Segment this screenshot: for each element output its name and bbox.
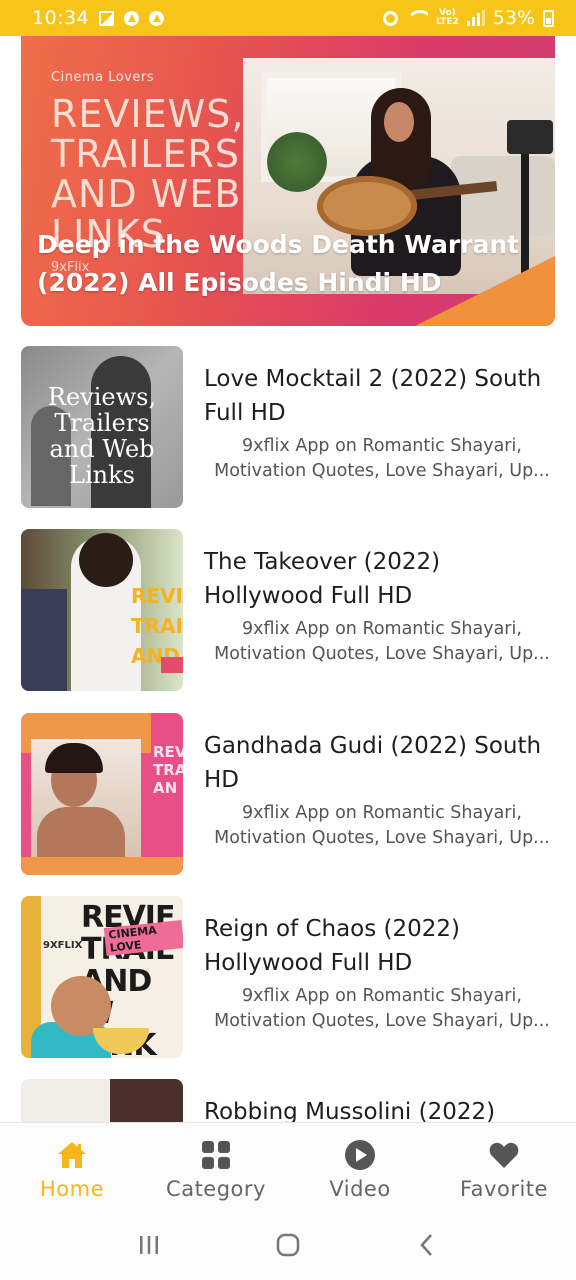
banner-brand-small: Cinema Lovers (51, 70, 154, 85)
nav-favorite[interactable]: Favorite (432, 1123, 576, 1210)
signal-icon (466, 10, 485, 26)
back-chevron-icon (419, 1234, 432, 1256)
nav-video[interactable]: Video (288, 1123, 432, 1210)
thumb-caption: REV TRA AN (153, 743, 183, 797)
recent-apps-button[interactable] (129, 1225, 169, 1265)
thumb-tag (161, 657, 183, 673)
featured-banner[interactable]: Cinema Lovers REVIEWS, TRAILERS AND WEB … (21, 36, 555, 326)
home-icon (56, 1139, 88, 1171)
banner-person-face (384, 102, 414, 142)
list-item[interactable]: REVI TRAI AND The Takeover (2022) Hollyw… (21, 529, 555, 691)
item-description: 9xflix App on Romantic Shayari, Motivati… (214, 619, 550, 664)
thumb-person-hair (79, 533, 133, 587)
video-icon (344, 1139, 376, 1171)
status-time: 10:34 (32, 7, 90, 29)
list-item[interactable]: REV TRA AN Gandhada Gudi (2022) South HD… (21, 713, 555, 875)
app-notification-icon (124, 10, 140, 26)
content-list[interactable]: Cinema Lovers REVIEWS, TRAILERS AND WEB … (0, 36, 576, 1122)
thumb-person-left (21, 589, 67, 691)
nav-video-label: Video (329, 1177, 391, 1201)
battery-icon (543, 9, 554, 27)
item-thumbnail: 9XFLIX REVIE TRAIL AND W LINK CINEMA LOV… (21, 896, 183, 1058)
item-description: 9xflix App on Romantic Shayari, Motivati… (214, 436, 550, 481)
item-title: Gandhada Gudi (2022) South HD (204, 733, 542, 793)
nav-home[interactable]: Home (0, 1123, 144, 1210)
volte-icon: Vo) LTE2 (435, 8, 459, 27)
home-button[interactable] (268, 1225, 308, 1265)
back-button[interactable] (407, 1225, 447, 1265)
list-item[interactable]: 9XFLIX REVIE TRAIL AND W LINK CINEMA LOV… (21, 896, 555, 1058)
battery-percent: 53% (492, 7, 535, 29)
app-notification-icon-2 (149, 10, 165, 26)
wifi-icon (406, 10, 428, 26)
recent-apps-icon (140, 1236, 159, 1254)
item-title: Love Mocktail 2 (2022) South Full HD (204, 366, 542, 426)
list-item[interactable]: Robbing Mussolini (2022) (21, 1079, 555, 1122)
item-title: Robbing Mussolini (2022) (204, 1099, 496, 1122)
thumb-person-face (51, 976, 111, 1036)
heart-icon (488, 1139, 520, 1171)
gallery-notification-icon (99, 10, 115, 26)
item-description: 9xflix App on Romantic Shayari, Motivati… (214, 986, 550, 1031)
item-thumbnail: REV TRA AN (21, 713, 183, 875)
item-title: Reign of Chaos (2022) Hollywood Full HD (204, 916, 461, 976)
banner-couch (451, 156, 555, 236)
nav-home-label: Home (39, 1177, 104, 1201)
camera-icon (507, 120, 553, 154)
item-thumbnail: REVI TRAI AND (21, 529, 183, 691)
thumb-bottom-band (21, 857, 183, 875)
item-thumbnail (21, 1079, 183, 1122)
nav-favorite-label: Favorite (460, 1177, 548, 1201)
item-title: The Takeover (2022) Hollywood Full HD (204, 549, 441, 609)
status-bar: 10:34 Vo) LTE2 53% (0, 0, 576, 36)
banner-title: Deep in the Woods Death Warrant (2022) A… (37, 230, 520, 297)
category-icon (200, 1139, 232, 1171)
nav-category[interactable]: Category (144, 1123, 288, 1210)
bottom-navigation: Home Category Video Favorite (0, 1122, 576, 1210)
list-item[interactable]: Reviews, Trailers and Web Links Love Moc… (21, 346, 555, 508)
item-description: 9xflix App on Romantic Shayari, Motivati… (214, 803, 550, 848)
home-circle-icon (276, 1233, 300, 1257)
thumb-caption: Reviews, Trailers and Web Links (47, 383, 157, 489)
system-navigation-bar (0, 1210, 576, 1280)
nav-category-label: Category (166, 1177, 266, 1201)
alarm-icon (382, 10, 398, 26)
thumb-watermark: 9XFLIX (43, 940, 83, 951)
item-thumbnail: Reviews, Trailers and Web Links (21, 346, 183, 508)
